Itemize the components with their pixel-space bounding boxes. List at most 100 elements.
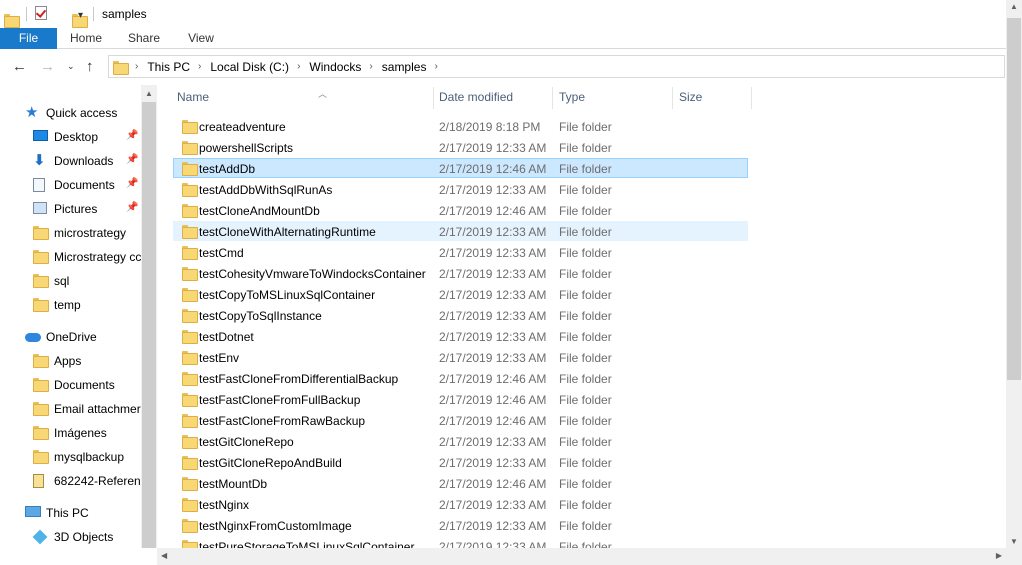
pin-icon[interactable]: 📌 [126,130,138,141]
file-type: File folder [559,351,612,365]
scrollbar-thumb[interactable] [142,102,156,548]
recent-locations-icon[interactable]: ⌄ [67,61,75,72]
nav-label: Quick access [46,106,118,120]
horizontal-scrollbar[interactable]: ◀ ▶ [157,548,1006,565]
file-row[interactable]: testGitCloneRepoAndBuild 2/17/2019 12:33 … [173,452,748,472]
nav-onedrive-documents[interactable]: Documents [0,374,141,396]
file-name: testCopyToSqlInstance [199,309,322,323]
folder-icon [182,141,198,155]
file-row[interactable]: testAddDbWithSqlRunAs 2/17/2019 12:33 AM F… [173,179,748,199]
breadcrumb-this-pc[interactable]: This PC [147,60,190,74]
nav-682242-reference[interactable]: 682242-Referenc [0,470,141,492]
nav-sql[interactable]: sql [0,270,141,292]
file-row[interactable]: testCohesityVmwareToWindocksContainer 2/1… [173,263,748,283]
nav-microstrategy-cc[interactable]: Microstrategy cc [0,246,141,268]
breadcrumb-windocks[interactable]: Windocks [309,60,361,74]
file-row[interactable]: testNginxFromCustomImage 2/17/2019 12:33 … [173,515,748,535]
column-header-date[interactable]: Date modified [439,85,552,110]
file-row[interactable]: testFastCloneFromRawBackup 2/17/2019 12:4… [173,410,748,430]
column-header-size[interactable]: Size [679,85,751,110]
file-row[interactable]: createadventure 2/18/2019 8:18 PM File fol… [173,116,748,136]
file-row[interactable]: testEnv 2/17/2019 12:33 AM File folder [173,347,748,367]
nav-this-pc[interactable]: This PC [0,502,141,524]
nav-temp[interactable]: temp [0,294,141,316]
pictures-icon [33,202,47,214]
chevron-right-icon[interactable]: › [135,61,138,72]
file-type: File folder [559,120,612,134]
nav-label: microstrategy [54,226,127,240]
back-arrow-icon[interactable]: ← [12,58,27,75]
file-type: File folder [559,288,612,302]
tab-file[interactable]: File [0,28,57,49]
column-divider[interactable] [672,87,673,109]
folder-icon [33,426,49,440]
file-row[interactable]: testMountDb 2/17/2019 12:46 AM File folder [173,473,748,493]
file-row[interactable]: testFastCloneFromFullBackup 2/17/2019 12:… [173,389,748,409]
file-row[interactable]: powershellScripts 2/17/2019 12:33 AM File … [173,137,748,157]
file-type: File folder [559,183,612,197]
file-name: testFastCloneFromDifferentialBackup [199,372,399,386]
file-date-modified: 2/18/2019 8:18 PM [439,120,541,134]
nav-onedrive[interactable]: OneDrive [0,326,141,348]
file-row[interactable]: testPureStorageToMSLinuxSqlContainer 2/17… [173,536,748,548]
file-list: ︿ Name Date modified Type Size createadv… [157,85,1006,548]
file-row[interactable]: testCopyToSqlInstance 2/17/2019 12:33 AM F… [173,305,748,325]
nav-imagenes[interactable]: Imágenes [0,422,141,444]
folder-icon [182,393,198,407]
nav-mysqlbackup[interactable]: mysqlbackup [0,446,141,468]
file-type: File folder [559,204,612,218]
chevron-down-icon[interactable]: ▼ [1010,537,1018,546]
chevron-right-icon[interactable]: › [369,61,372,72]
up-arrow-icon[interactable]: ↑ [86,58,94,75]
file-row[interactable]: testCloneWithAlternatingRuntime 2/17/2019… [173,221,748,241]
nav-microstrategy[interactable]: microstrategy [0,222,141,244]
nav-3d-objects[interactable]: 3D Objects [0,526,141,548]
chevron-up-icon[interactable]: ▲ [145,89,153,98]
file-name: testNginx [199,498,250,512]
vertical-scrollbar[interactable]: ▲ ▼ [1006,0,1022,548]
tab-home[interactable]: Home [60,28,112,49]
address-bar[interactable]: › This PC › Local Disk (C:) › Windocks ›… [108,55,1005,78]
desktop-icon [33,130,48,141]
nav-quick-access[interactable]: ★ Quick access [0,102,141,124]
chevron-right-icon[interactable]: ▶ [996,551,1002,560]
file-row[interactable]: testGitCloneRepo 2/17/2019 12:33 AM File f… [173,431,748,451]
file-row[interactable]: testNginx 2/17/2019 12:33 AM File folder [173,494,748,514]
file-row[interactable]: testAddDb 2/17/2019 12:46 AM File folder [173,158,748,178]
forward-arrow-icon[interactable]: → [40,58,55,75]
file-row[interactable]: testFastCloneFromDifferentialBackup 2/17/… [173,368,748,388]
pin-icon[interactable]: 📌 [126,178,138,189]
nav-apps[interactable]: Apps [0,350,141,372]
tab-share[interactable]: Share [118,28,170,49]
file-row[interactable]: testCloneAndMountDb 2/17/2019 12:46 AM Fil… [173,200,748,220]
nav-scrollbar[interactable]: ▲ [141,85,157,548]
scrollbar-thumb[interactable] [1007,18,1021,380]
chevron-left-icon[interactable]: ◀ [161,551,167,560]
column-header-name[interactable]: ︿ Name [177,85,433,110]
breadcrumb-local-disk[interactable]: Local Disk (C:) [210,60,289,74]
breadcrumb-samples[interactable]: samples [382,60,427,74]
tab-view[interactable]: View [175,28,227,49]
chevron-right-icon[interactable]: › [198,61,201,72]
chevron-right-icon[interactable]: › [434,61,437,72]
file-name: testAddDbWithSqlRunAs [199,183,333,197]
chevron-up-icon[interactable]: ▲ [1010,2,1018,11]
column-divider[interactable] [751,87,752,109]
pin-icon[interactable]: 📌 [126,154,138,165]
nav-desktop[interactable]: Desktop 📌 [0,126,141,148]
column-divider[interactable] [552,87,553,109]
chevron-right-icon[interactable]: › [297,61,300,72]
nav-downloads[interactable]: ⬇ Downloads 📌 [0,150,141,172]
nav-email-attachments[interactable]: Email attachmer [0,398,141,420]
nav-documents[interactable]: Documents 📌 [0,174,141,196]
customize-toolbar-icon[interactable]: ▾ [78,10,83,21]
nav-pictures[interactable]: Pictures 📌 [0,198,141,220]
file-type: File folder [559,414,612,428]
file-row[interactable]: testDotnet 2/17/2019 12:33 AM File folder [173,326,748,346]
pin-icon[interactable]: 📌 [126,202,138,213]
column-header-type[interactable]: Type [559,85,672,110]
properties-icon[interactable] [35,6,47,20]
column-divider[interactable] [433,87,434,109]
file-row[interactable]: testCmd 2/17/2019 12:33 AM File folder [173,242,748,262]
file-row[interactable]: testCopyToMSLinuxSqlContainer 2/17/2019 1… [173,284,748,304]
